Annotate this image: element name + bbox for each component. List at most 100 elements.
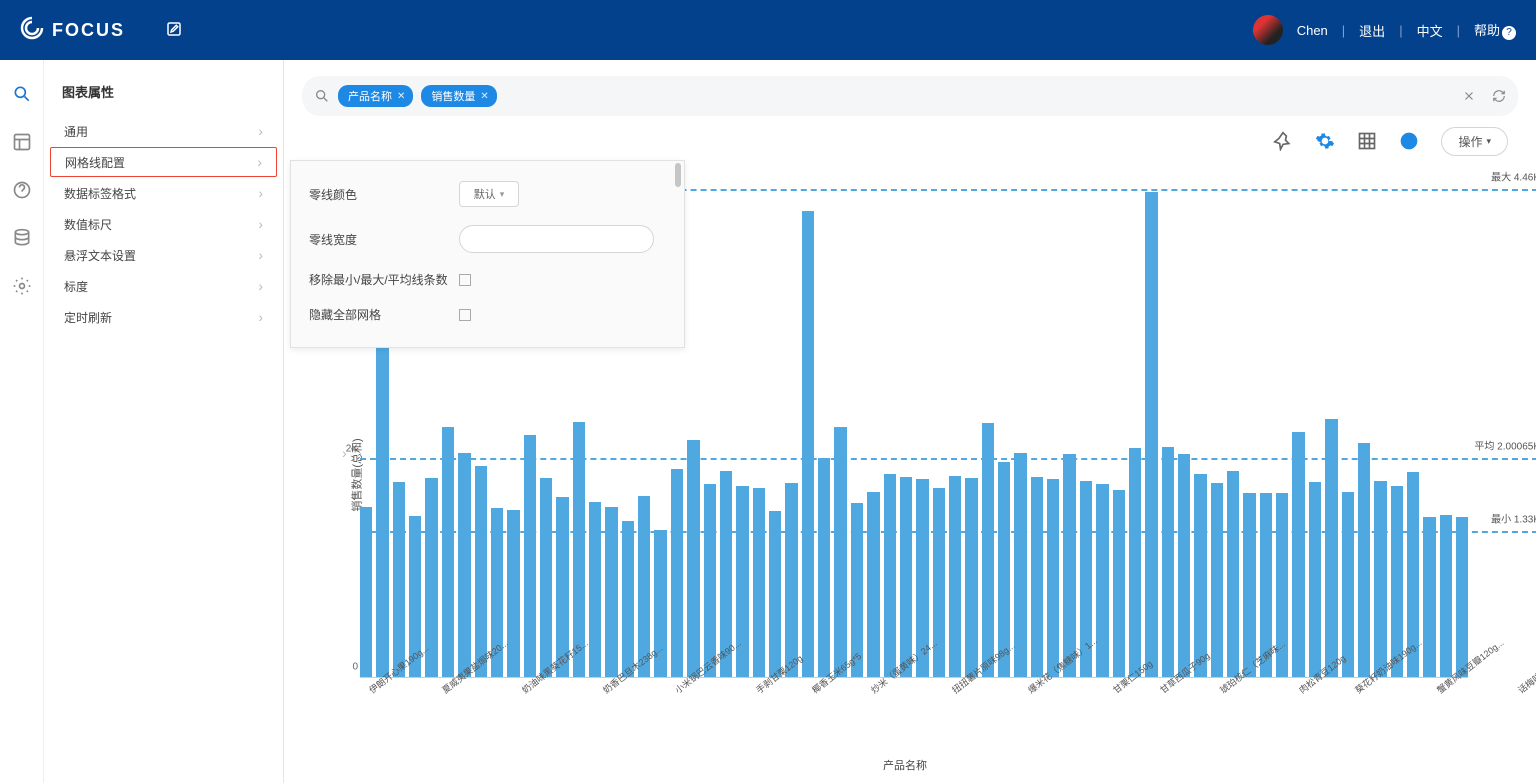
settings-gear-icon[interactable] (1315, 131, 1335, 151)
zero-line-color-label: 零线颜色 (309, 186, 459, 203)
bar[interactable] (458, 453, 470, 677)
bar[interactable] (1358, 443, 1370, 677)
table-view-icon[interactable] (1357, 131, 1377, 151)
edit-icon[interactable] (165, 20, 183, 41)
logout-link[interactable]: 退出 (1359, 21, 1385, 40)
rail-database-icon[interactable] (12, 228, 32, 248)
bar[interactable] (965, 478, 977, 677)
logo-icon (20, 16, 44, 45)
language-link[interactable]: 中文 (1417, 21, 1443, 40)
bar[interactable] (1456, 517, 1468, 677)
bar[interactable] (753, 488, 765, 678)
prop-row-6[interactable]: 定时刷新› (50, 302, 277, 332)
zero-line-width-label: 零线宽度 (309, 231, 459, 248)
query-pill-bar: 产品名称✕ 销售数量✕ (302, 76, 1518, 116)
bar[interactable] (1440, 515, 1452, 677)
gridline-config-popover: 零线颜色 默认 ▾ 零线宽度 移除最小/最大/平均线条数 隐藏全部网格 (290, 160, 685, 348)
bar[interactable] (540, 478, 552, 677)
bar[interactable] (671, 469, 683, 677)
bar[interactable] (1145, 192, 1157, 677)
pin-icon[interactable] (1273, 131, 1293, 151)
user-name[interactable]: Chen (1297, 23, 1328, 38)
bar[interactable] (622, 521, 634, 677)
clear-icon[interactable] (1462, 89, 1476, 103)
bar[interactable] (393, 482, 405, 677)
bar[interactable] (785, 483, 797, 677)
prop-row-2[interactable]: 数据标签格式› (50, 178, 277, 208)
bar[interactable] (1047, 479, 1059, 677)
prop-row-0[interactable]: 通用› (50, 116, 277, 146)
rail-dashboard-icon[interactable] (12, 132, 32, 152)
bar[interactable] (1063, 454, 1075, 677)
zero-line-width-input[interactable] (459, 225, 654, 253)
prop-label: 网格线配置 (65, 154, 125, 171)
reference-line-label: 平均 2.00065K (1474, 437, 1536, 452)
search-icon[interactable] (314, 88, 330, 104)
popover-scrollbar[interactable] (674, 163, 682, 345)
bar[interactable] (1423, 517, 1435, 677)
prop-row-5[interactable]: 标度› (50, 271, 277, 301)
rail-help-icon[interactable] (12, 180, 32, 200)
bar[interactable] (949, 476, 961, 677)
bar[interactable] (1243, 493, 1255, 677)
remove-minmax-checkbox[interactable] (459, 274, 471, 286)
bar[interactable] (1096, 484, 1108, 677)
query-pill-1[interactable]: 销售数量✕ (421, 85, 496, 107)
rail-search-icon[interactable] (12, 84, 32, 104)
pill-remove-icon[interactable]: ✕ (397, 91, 405, 102)
bar[interactable] (1129, 448, 1141, 677)
help-link[interactable]: 帮助? (1474, 20, 1516, 40)
action-dropdown[interactable]: 操作 ▾ (1441, 127, 1508, 156)
prop-label: 悬浮文本设置 (64, 247, 136, 264)
reference-line-label: 最大 4.46K (1491, 169, 1536, 184)
rail-settings-icon[interactable] (12, 276, 32, 296)
query-pill-0[interactable]: 产品名称✕ (338, 85, 413, 107)
chevron-down-icon: ▾ (1486, 136, 1491, 147)
zero-line-color-select[interactable]: 默认 ▾ (459, 181, 519, 207)
bar[interactable] (900, 477, 912, 677)
bar[interactable] (1309, 482, 1321, 677)
chevron-down-icon: ▾ (500, 189, 505, 200)
bar[interactable] (1292, 432, 1304, 677)
bar[interactable] (834, 427, 846, 678)
bar[interactable] (867, 492, 879, 677)
prop-label: 标度 (64, 278, 88, 295)
bar[interactable] (1194, 474, 1206, 677)
bar[interactable] (1031, 477, 1043, 677)
bar[interactable] (524, 435, 536, 677)
chart-type-icon[interactable] (1399, 131, 1419, 151)
bar[interactable] (1342, 492, 1354, 677)
bar[interactable] (1374, 481, 1386, 677)
y-tick: 0 (352, 662, 358, 673)
bar[interactable] (704, 484, 716, 677)
x-tick-label: 话梅味西瓜子105g... (1515, 636, 1536, 696)
prop-row-4[interactable]: 悬浮文本设置› (50, 240, 277, 270)
bar[interactable] (802, 211, 814, 677)
refresh-icon[interactable] (1492, 89, 1506, 103)
prop-row-1[interactable]: 网格线配置› (50, 147, 277, 177)
bar[interactable] (687, 440, 699, 677)
bar[interactable] (1211, 483, 1223, 677)
bar[interactable] (884, 474, 896, 677)
bar[interactable] (1113, 490, 1125, 677)
prop-label: 数据标签格式 (64, 185, 136, 202)
bar[interactable] (982, 423, 994, 677)
bar[interactable] (769, 511, 781, 677)
app-logo: FOCUS (20, 16, 125, 45)
bar[interactable] (589, 502, 601, 677)
bar[interactable] (507, 510, 519, 677)
bar[interactable] (818, 458, 830, 677)
chevron-right-icon: › (258, 123, 263, 139)
user-avatar[interactable] (1253, 15, 1283, 45)
bar[interactable] (1178, 454, 1190, 677)
bar[interactable] (442, 427, 454, 678)
hide-all-grid-checkbox[interactable] (459, 309, 471, 321)
bar[interactable] (1014, 453, 1026, 677)
bar[interactable] (475, 466, 487, 677)
bar[interactable] (1227, 471, 1239, 677)
chart-properties-panel: 图表属性 通用›网格线配置›数据标签格式›数值标尺›悬浮文本设置›标度›定时刷新… (44, 60, 284, 783)
bar[interactable] (1162, 447, 1174, 677)
help-icon: ? (1502, 26, 1516, 40)
prop-row-3[interactable]: 数值标尺› (50, 209, 277, 239)
pill-remove-icon[interactable]: ✕ (480, 91, 488, 102)
